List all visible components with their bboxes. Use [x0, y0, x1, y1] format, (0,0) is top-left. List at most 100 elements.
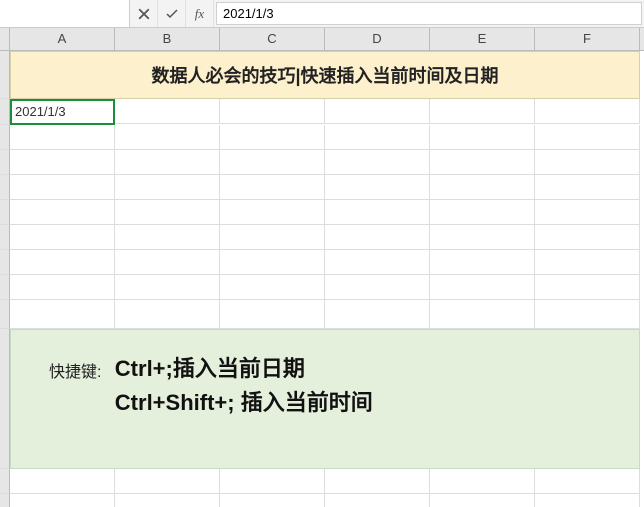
cell[interactable]: [115, 200, 220, 225]
cell[interactable]: [220, 125, 325, 150]
confirm-button[interactable]: [158, 0, 186, 27]
col-header-e[interactable]: E: [430, 28, 535, 50]
cell[interactable]: [220, 275, 325, 300]
cell[interactable]: [535, 150, 640, 175]
shortcut-tip-box: 快捷键: Ctrl+;插入当前日期 Ctrl+Shift+; 插入当前时间: [10, 329, 640, 469]
cell[interactable]: [535, 175, 640, 200]
cell[interactable]: [10, 150, 115, 175]
cell[interactable]: [430, 300, 535, 329]
cell[interactable]: [220, 250, 325, 275]
cell[interactable]: [430, 175, 535, 200]
row-header[interactable]: [0, 250, 10, 275]
active-cell[interactable]: 2021/1/3: [10, 99, 115, 125]
cell[interactable]: [535, 300, 640, 329]
cell[interactable]: [430, 275, 535, 300]
cell[interactable]: [115, 469, 220, 494]
cell[interactable]: [220, 175, 325, 200]
cell[interactable]: [115, 175, 220, 200]
cell[interactable]: [325, 250, 430, 275]
cell[interactable]: [10, 175, 115, 200]
cell[interactable]: [10, 494, 115, 507]
cell[interactable]: [430, 99, 535, 124]
cell[interactable]: [10, 275, 115, 300]
row-header[interactable]: [0, 99, 10, 125]
cell[interactable]: [115, 250, 220, 275]
col-header-f[interactable]: F: [535, 28, 640, 50]
row-header[interactable]: [0, 225, 10, 250]
row-header[interactable]: [0, 494, 10, 507]
cell[interactable]: [430, 150, 535, 175]
cell[interactable]: [115, 150, 220, 175]
cell[interactable]: [220, 469, 325, 494]
col-header-a[interactable]: A: [10, 28, 115, 50]
cell[interactable]: [115, 494, 220, 507]
row: [0, 225, 644, 250]
row-header[interactable]: [0, 200, 10, 225]
row-header[interactable]: [0, 150, 10, 175]
row-header[interactable]: [0, 469, 10, 494]
cell[interactable]: [535, 99, 640, 124]
banner-text: 数据人必会的技巧|快速插入当前时间及日期: [151, 62, 498, 88]
col-header-c[interactable]: C: [220, 28, 325, 50]
cell[interactable]: [115, 275, 220, 300]
cell[interactable]: [325, 150, 430, 175]
cell[interactable]: [220, 99, 325, 124]
row-header[interactable]: [0, 175, 10, 200]
cell[interactable]: [220, 150, 325, 175]
select-all-corner[interactable]: [0, 28, 10, 50]
cell[interactable]: [325, 275, 430, 300]
cell[interactable]: [220, 300, 325, 329]
cell[interactable]: [430, 125, 535, 150]
row: [0, 125, 644, 150]
cell[interactable]: [535, 200, 640, 225]
cell[interactable]: [325, 200, 430, 225]
cell[interactable]: [10, 300, 115, 329]
row-header[interactable]: [0, 329, 10, 469]
col-header-d[interactable]: D: [325, 28, 430, 50]
title-banner: 数据人必会的技巧|快速插入当前时间及日期: [10, 51, 640, 99]
row-header[interactable]: [0, 125, 10, 150]
cell[interactable]: [535, 469, 640, 494]
cell[interactable]: [115, 125, 220, 150]
cell[interactable]: [220, 225, 325, 250]
cell[interactable]: [535, 494, 640, 507]
cell[interactable]: [10, 469, 115, 494]
cell[interactable]: [115, 225, 220, 250]
active-cell-value: 2021/1/3: [15, 104, 66, 119]
cell[interactable]: [325, 469, 430, 494]
cell[interactable]: [535, 225, 640, 250]
cell[interactable]: [115, 300, 220, 329]
cell[interactable]: [325, 225, 430, 250]
formula-input[interactable]: [216, 2, 642, 25]
cell[interactable]: [535, 275, 640, 300]
fx-icon: fx: [195, 6, 204, 22]
cell[interactable]: [535, 125, 640, 150]
row-header[interactable]: [0, 275, 10, 300]
cell[interactable]: [325, 125, 430, 150]
cell[interactable]: [115, 99, 220, 124]
cell[interactable]: [535, 250, 640, 275]
cell[interactable]: [430, 225, 535, 250]
cell[interactable]: [325, 300, 430, 329]
x-icon: [138, 8, 150, 20]
cancel-button[interactable]: [130, 0, 158, 27]
cell[interactable]: [430, 200, 535, 225]
cell[interactable]: [10, 225, 115, 250]
row-header[interactable]: [0, 300, 10, 329]
cell[interactable]: [430, 250, 535, 275]
row: [0, 275, 644, 300]
cell[interactable]: [325, 99, 430, 124]
cell[interactable]: [325, 494, 430, 507]
column-headers: A B C D E F: [0, 28, 644, 51]
row-header[interactable]: [0, 51, 10, 99]
cell[interactable]: [325, 175, 430, 200]
cell[interactable]: [430, 494, 535, 507]
cell[interactable]: [10, 250, 115, 275]
col-header-b[interactable]: B: [115, 28, 220, 50]
cell[interactable]: [430, 469, 535, 494]
cell[interactable]: [220, 494, 325, 507]
cell[interactable]: [10, 200, 115, 225]
cell[interactable]: [10, 125, 115, 150]
cell[interactable]: [220, 200, 325, 225]
fx-button[interactable]: fx: [186, 0, 214, 27]
